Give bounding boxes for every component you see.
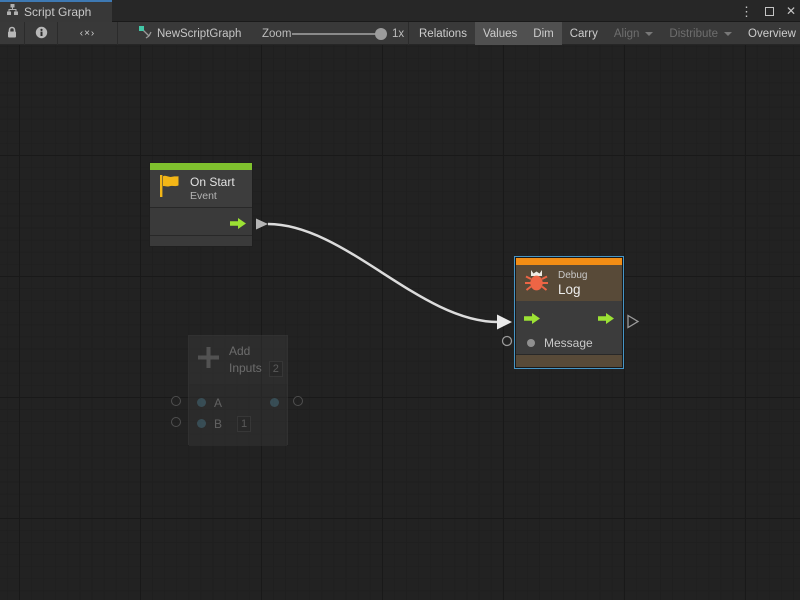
chevron-down-icon: [645, 32, 653, 36]
code-preview-button[interactable]: ‹×›: [58, 22, 117, 45]
tab-title: Script Graph: [24, 5, 91, 19]
event-accent-strip: [150, 163, 252, 170]
chevron-down-icon: [724, 32, 732, 36]
debug-accent-strip: [516, 258, 622, 265]
node-title: Log: [558, 282, 587, 298]
wire-path: [268, 224, 498, 322]
toolbar-button-distribute[interactable]: Distribute: [661, 22, 740, 45]
lock-icon: [6, 26, 18, 42]
graph-asset-icon: [138, 25, 152, 42]
graph-asset-picker[interactable]: NewScriptGraph: [138, 22, 241, 45]
port-label: B: [214, 417, 222, 431]
port-label: Message: [544, 336, 593, 350]
message-external-port-icon[interactable]: [503, 337, 512, 346]
node-subtitle: Event: [190, 190, 235, 203]
inputs-count-field[interactable]: 2: [269, 361, 283, 377]
maximize-icon[interactable]: [765, 7, 774, 16]
graph-toolbar: ‹×› NewScriptGraph Zoom 1x Relations Val…: [0, 22, 800, 45]
toolbar-button-carry[interactable]: Carry: [562, 22, 606, 45]
zoom-slider-handle[interactable]: [375, 28, 387, 40]
port-label: A: [214, 396, 222, 410]
port-b-value-field[interactable]: 1: [237, 416, 251, 432]
log-output-external-port-icon[interactable]: [628, 316, 638, 328]
zoom-slider-track[interactable]: [292, 33, 378, 35]
node-title: Add: [229, 344, 283, 359]
port-row-a: A: [189, 392, 287, 413]
zoom-label: Zoom: [262, 22, 291, 45]
script-graph-icon: [6, 3, 19, 21]
toolbar-button-dim[interactable]: Dim: [525, 22, 561, 45]
toolbar-button-overview[interactable]: Overview: [740, 22, 800, 45]
node-title: On Start: [190, 175, 235, 190]
external-port-icon[interactable]: [293, 396, 303, 406]
external-port-icon[interactable]: [171, 417, 181, 427]
lock-button[interactable]: [0, 22, 24, 45]
distribute-label: Distribute: [669, 28, 718, 40]
align-label: Align: [614, 28, 640, 40]
flag-icon: [156, 173, 182, 204]
node-debug-log[interactable]: Debug Log Message: [514, 256, 624, 369]
window-menu-icon[interactable]: ⋮: [740, 5, 753, 18]
window-tab-strip: Script Graph ⋮ ✕: [0, 0, 800, 22]
trigger-input-port-icon[interactable]: [524, 311, 540, 329]
message-input-port-icon[interactable]: [527, 339, 535, 347]
node-footer: [150, 236, 252, 246]
value-output-port-icon[interactable]: [270, 398, 279, 407]
port-row-b: B 1: [189, 413, 287, 434]
toolbar-button-align[interactable]: Align: [606, 22, 662, 45]
graph-asset-name: NewScriptGraph: [157, 28, 241, 40]
node-add[interactable]: Add Inputs 2 A B 1: [188, 335, 288, 445]
wire-start-cap: [256, 219, 268, 230]
external-port-icon[interactable]: [171, 396, 181, 406]
info-icon: [35, 26, 48, 42]
connection-overlay: [0, 45, 800, 600]
graph-canvas[interactable]: On Start Event: [0, 45, 800, 600]
bug-icon: [523, 267, 550, 299]
node-footer: [516, 355, 622, 367]
tab-script-graph[interactable]: Script Graph: [0, 0, 112, 22]
wire-onstart-to-log[interactable]: [256, 219, 512, 330]
zoom-value: 1x: [392, 22, 404, 45]
wire-arrowhead-icon: [497, 315, 512, 330]
toolbar-button-values[interactable]: Values: [475, 22, 525, 45]
trigger-output-port-icon[interactable]: [230, 216, 246, 234]
toolbar-button-relations[interactable]: Relations: [411, 22, 475, 45]
node-on-start[interactable]: On Start Event: [149, 162, 253, 247]
info-button[interactable]: [25, 22, 57, 45]
node-category: Debug: [558, 269, 587, 282]
value-input-port-icon[interactable]: [197, 398, 206, 407]
close-icon[interactable]: ✕: [786, 5, 796, 17]
inputs-label: Inputs: [229, 361, 262, 376]
plus-icon: [197, 346, 220, 374]
trigger-output-port-icon[interactable]: [598, 311, 614, 329]
value-input-port-icon[interactable]: [197, 419, 206, 428]
